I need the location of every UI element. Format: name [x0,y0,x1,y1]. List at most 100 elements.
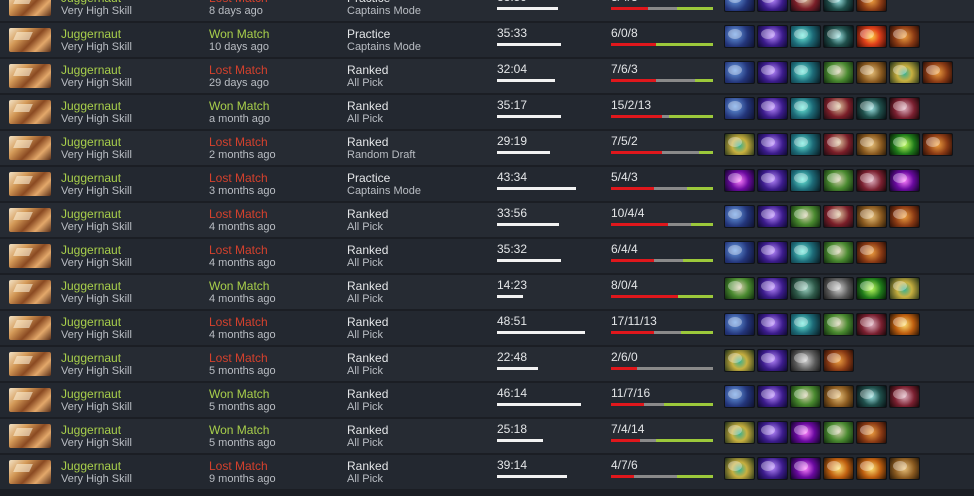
match-row[interactable]: Juggernaut Very High Skill Lost Match 5 … [0,347,974,381]
aquila-icon[interactable] [757,457,788,480]
yasha-icon[interactable] [790,241,821,264]
drum-icon[interactable] [823,169,854,192]
sword-icon[interactable] [856,421,887,444]
match-row[interactable]: Juggernaut Very High Skill Lost Match 4 … [0,203,974,237]
ring-icon[interactable] [724,457,755,480]
hero-avatar[interactable] [9,280,51,304]
yasha-icon[interactable] [790,61,821,84]
match-result[interactable]: Won Match [209,27,269,41]
tea-icon[interactable] [889,385,920,408]
ring-icon[interactable] [724,133,755,156]
hero-name[interactable]: Juggernaut [61,459,121,473]
aquila-icon[interactable] [757,205,788,228]
hero-name[interactable]: Juggernaut [61,207,121,221]
match-row[interactable]: Juggernaut Very High Skill Lost Match 3 … [0,167,974,201]
yasha-icon[interactable] [790,169,821,192]
orb-icon[interactable] [823,0,854,12]
sword-icon[interactable] [889,25,920,48]
dagon-icon[interactable] [823,97,854,120]
grey-icon[interactable] [823,277,854,300]
hero-avatar[interactable] [9,388,51,412]
hero-name[interactable]: Juggernaut [61,243,121,257]
boots-icon[interactable] [724,97,755,120]
match-row[interactable]: Juggernaut Very High Skill Lost Match 8 … [0,0,974,21]
hero-avatar[interactable] [9,172,51,196]
aquila-icon[interactable] [757,169,788,192]
aquila-icon[interactable] [757,97,788,120]
yasha-icon[interactable] [790,313,821,336]
sword-icon[interactable] [823,349,854,372]
sword-icon[interactable] [889,205,920,228]
dagon-icon[interactable] [823,205,854,228]
scroll-icon[interactable] [823,385,854,408]
hero-name[interactable]: Juggernaut [61,27,121,41]
scroll-icon[interactable] [889,457,920,480]
grey-icon[interactable] [790,349,821,372]
match-row[interactable]: Juggernaut Very High Skill Won Match 5 m… [0,383,974,417]
scroll-icon[interactable] [856,133,887,156]
hero-avatar[interactable] [9,424,51,448]
dagon-icon[interactable] [790,0,821,12]
hero-name[interactable]: Juggernaut [61,63,121,77]
boots-icon[interactable] [724,241,755,264]
hero-name[interactable]: Juggernaut [61,351,121,365]
sword-icon[interactable] [922,133,953,156]
aquila-icon[interactable] [757,25,788,48]
scroll-icon[interactable] [856,61,887,84]
ring-icon[interactable] [724,421,755,444]
hero-avatar[interactable] [9,64,51,88]
aquila-icon[interactable] [757,277,788,300]
boots-icon[interactable] [724,385,755,408]
dagon-icon[interactable] [823,133,854,156]
aquila-icon[interactable] [757,349,788,372]
match-row[interactable]: Juggernaut Very High Skill Won Match 4 m… [0,275,974,309]
match-result[interactable]: Lost Match [209,243,268,257]
purple-icon[interactable] [790,421,821,444]
hero-name[interactable]: Juggernaut [61,387,121,401]
aquila-icon[interactable] [757,0,788,12]
hero-name[interactable]: Juggernaut [61,423,121,437]
green-icon[interactable] [889,133,920,156]
hero-name[interactable]: Juggernaut [61,135,121,149]
ring-icon[interactable] [889,61,920,84]
green-icon[interactable] [856,277,887,300]
yasha-icon[interactable] [790,25,821,48]
match-row[interactable]: Juggernaut Very High Skill Lost Match 4 … [0,311,974,345]
hero-name[interactable]: Juggernaut [61,279,121,293]
hero-name[interactable]: Juggernaut [61,315,121,329]
fire-icon[interactable] [856,25,887,48]
aquila-icon[interactable] [757,61,788,84]
hero-avatar[interactable] [9,28,51,52]
yasha-icon[interactable] [790,97,821,120]
purple-icon[interactable] [724,169,755,192]
match-row[interactable]: Juggernaut Very High Skill Won Match 10 … [0,23,974,57]
boots-icon[interactable] [724,0,755,12]
tea-icon[interactable] [889,97,920,120]
boots-icon[interactable] [724,25,755,48]
bow-icon[interactable] [790,277,821,300]
ring-icon[interactable] [724,349,755,372]
match-result[interactable]: Lost Match [209,315,268,329]
drum-icon[interactable] [823,61,854,84]
gold-icon[interactable] [889,313,920,336]
match-result[interactable]: Won Match [209,423,269,437]
purple-icon[interactable] [790,457,821,480]
match-result[interactable]: Lost Match [209,135,268,149]
ring-icon[interactable] [889,277,920,300]
drum-icon[interactable] [790,385,821,408]
tea-icon[interactable] [856,169,887,192]
match-result[interactable]: Won Match [209,387,269,401]
orb-icon[interactable] [856,97,887,120]
hero-name[interactable]: Juggernaut [61,171,121,185]
match-result[interactable]: Lost Match [209,459,268,473]
drum-icon[interactable] [790,205,821,228]
hero-avatar[interactable] [9,0,51,16]
hero-avatar[interactable] [9,100,51,124]
match-result[interactable]: Lost Match [209,351,268,365]
match-row[interactable]: Juggernaut Very High Skill Lost Match 29… [0,59,974,93]
orb-icon[interactable] [823,25,854,48]
hero-avatar[interactable] [9,244,51,268]
match-result[interactable]: Won Match [209,99,269,113]
match-row[interactable]: Juggernaut Very High Skill Won Match a m… [0,95,974,129]
aquila-icon[interactable] [757,385,788,408]
